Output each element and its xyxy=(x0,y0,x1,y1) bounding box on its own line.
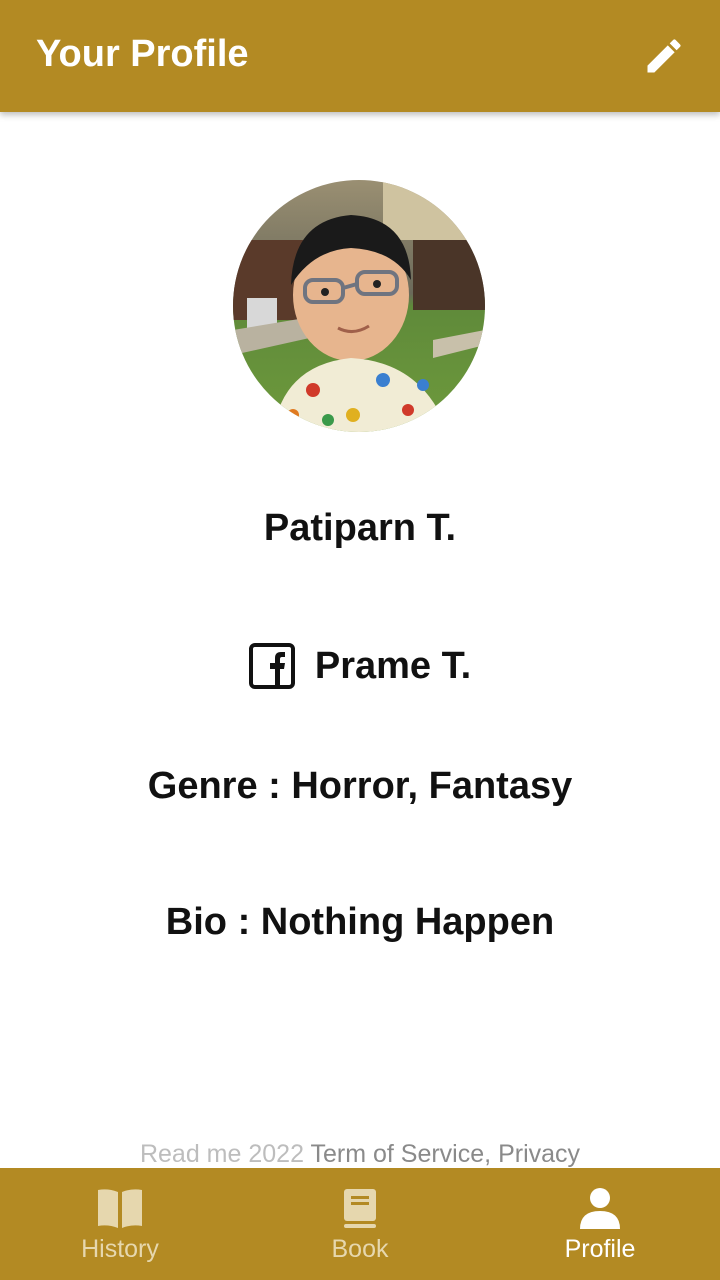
pencil-icon xyxy=(647,39,681,73)
nav-item-book[interactable]: Book xyxy=(240,1168,480,1280)
book-icon xyxy=(336,1186,384,1230)
profile-genre: Genre : Horror, Fantasy xyxy=(147,765,573,807)
footer-separator: , xyxy=(484,1140,492,1168)
facebook-name: Prame T. xyxy=(314,645,472,687)
facebook-account[interactable]: Prame T. xyxy=(0,640,720,692)
app-bar: Your Profile xyxy=(0,0,720,112)
bottom-navigation: History Book Profile xyxy=(0,1168,720,1280)
edit-profile-button[interactable] xyxy=(636,28,692,84)
nav-item-history[interactable]: History xyxy=(0,1168,240,1280)
person-icon xyxy=(576,1186,624,1230)
nav-item-profile[interactable]: Profile xyxy=(480,1168,720,1280)
profile-name: Patiparn T. xyxy=(263,507,457,549)
profile-avatar xyxy=(233,180,485,432)
nav-label-profile: Profile xyxy=(564,1235,636,1263)
terms-of-service-link[interactable]: Term of Service xyxy=(310,1140,484,1168)
nav-label-book: Book xyxy=(331,1235,389,1263)
profile-bio: Bio : Nothing Happen xyxy=(165,901,555,943)
facebook-icon xyxy=(248,643,295,689)
copyright-text: Read me 2022 xyxy=(139,1140,304,1168)
privacy-link[interactable]: Privacy xyxy=(498,1140,580,1168)
page-title: Your Profile xyxy=(36,33,249,75)
open-book-icon xyxy=(96,1186,144,1230)
footer: Read me 2022 Term of Service, Privacy xyxy=(0,1138,720,1170)
profile-screen: Your Profile Patiparn T. Prame T. Genre … xyxy=(0,0,720,1280)
nav-label-history: History xyxy=(81,1235,159,1263)
